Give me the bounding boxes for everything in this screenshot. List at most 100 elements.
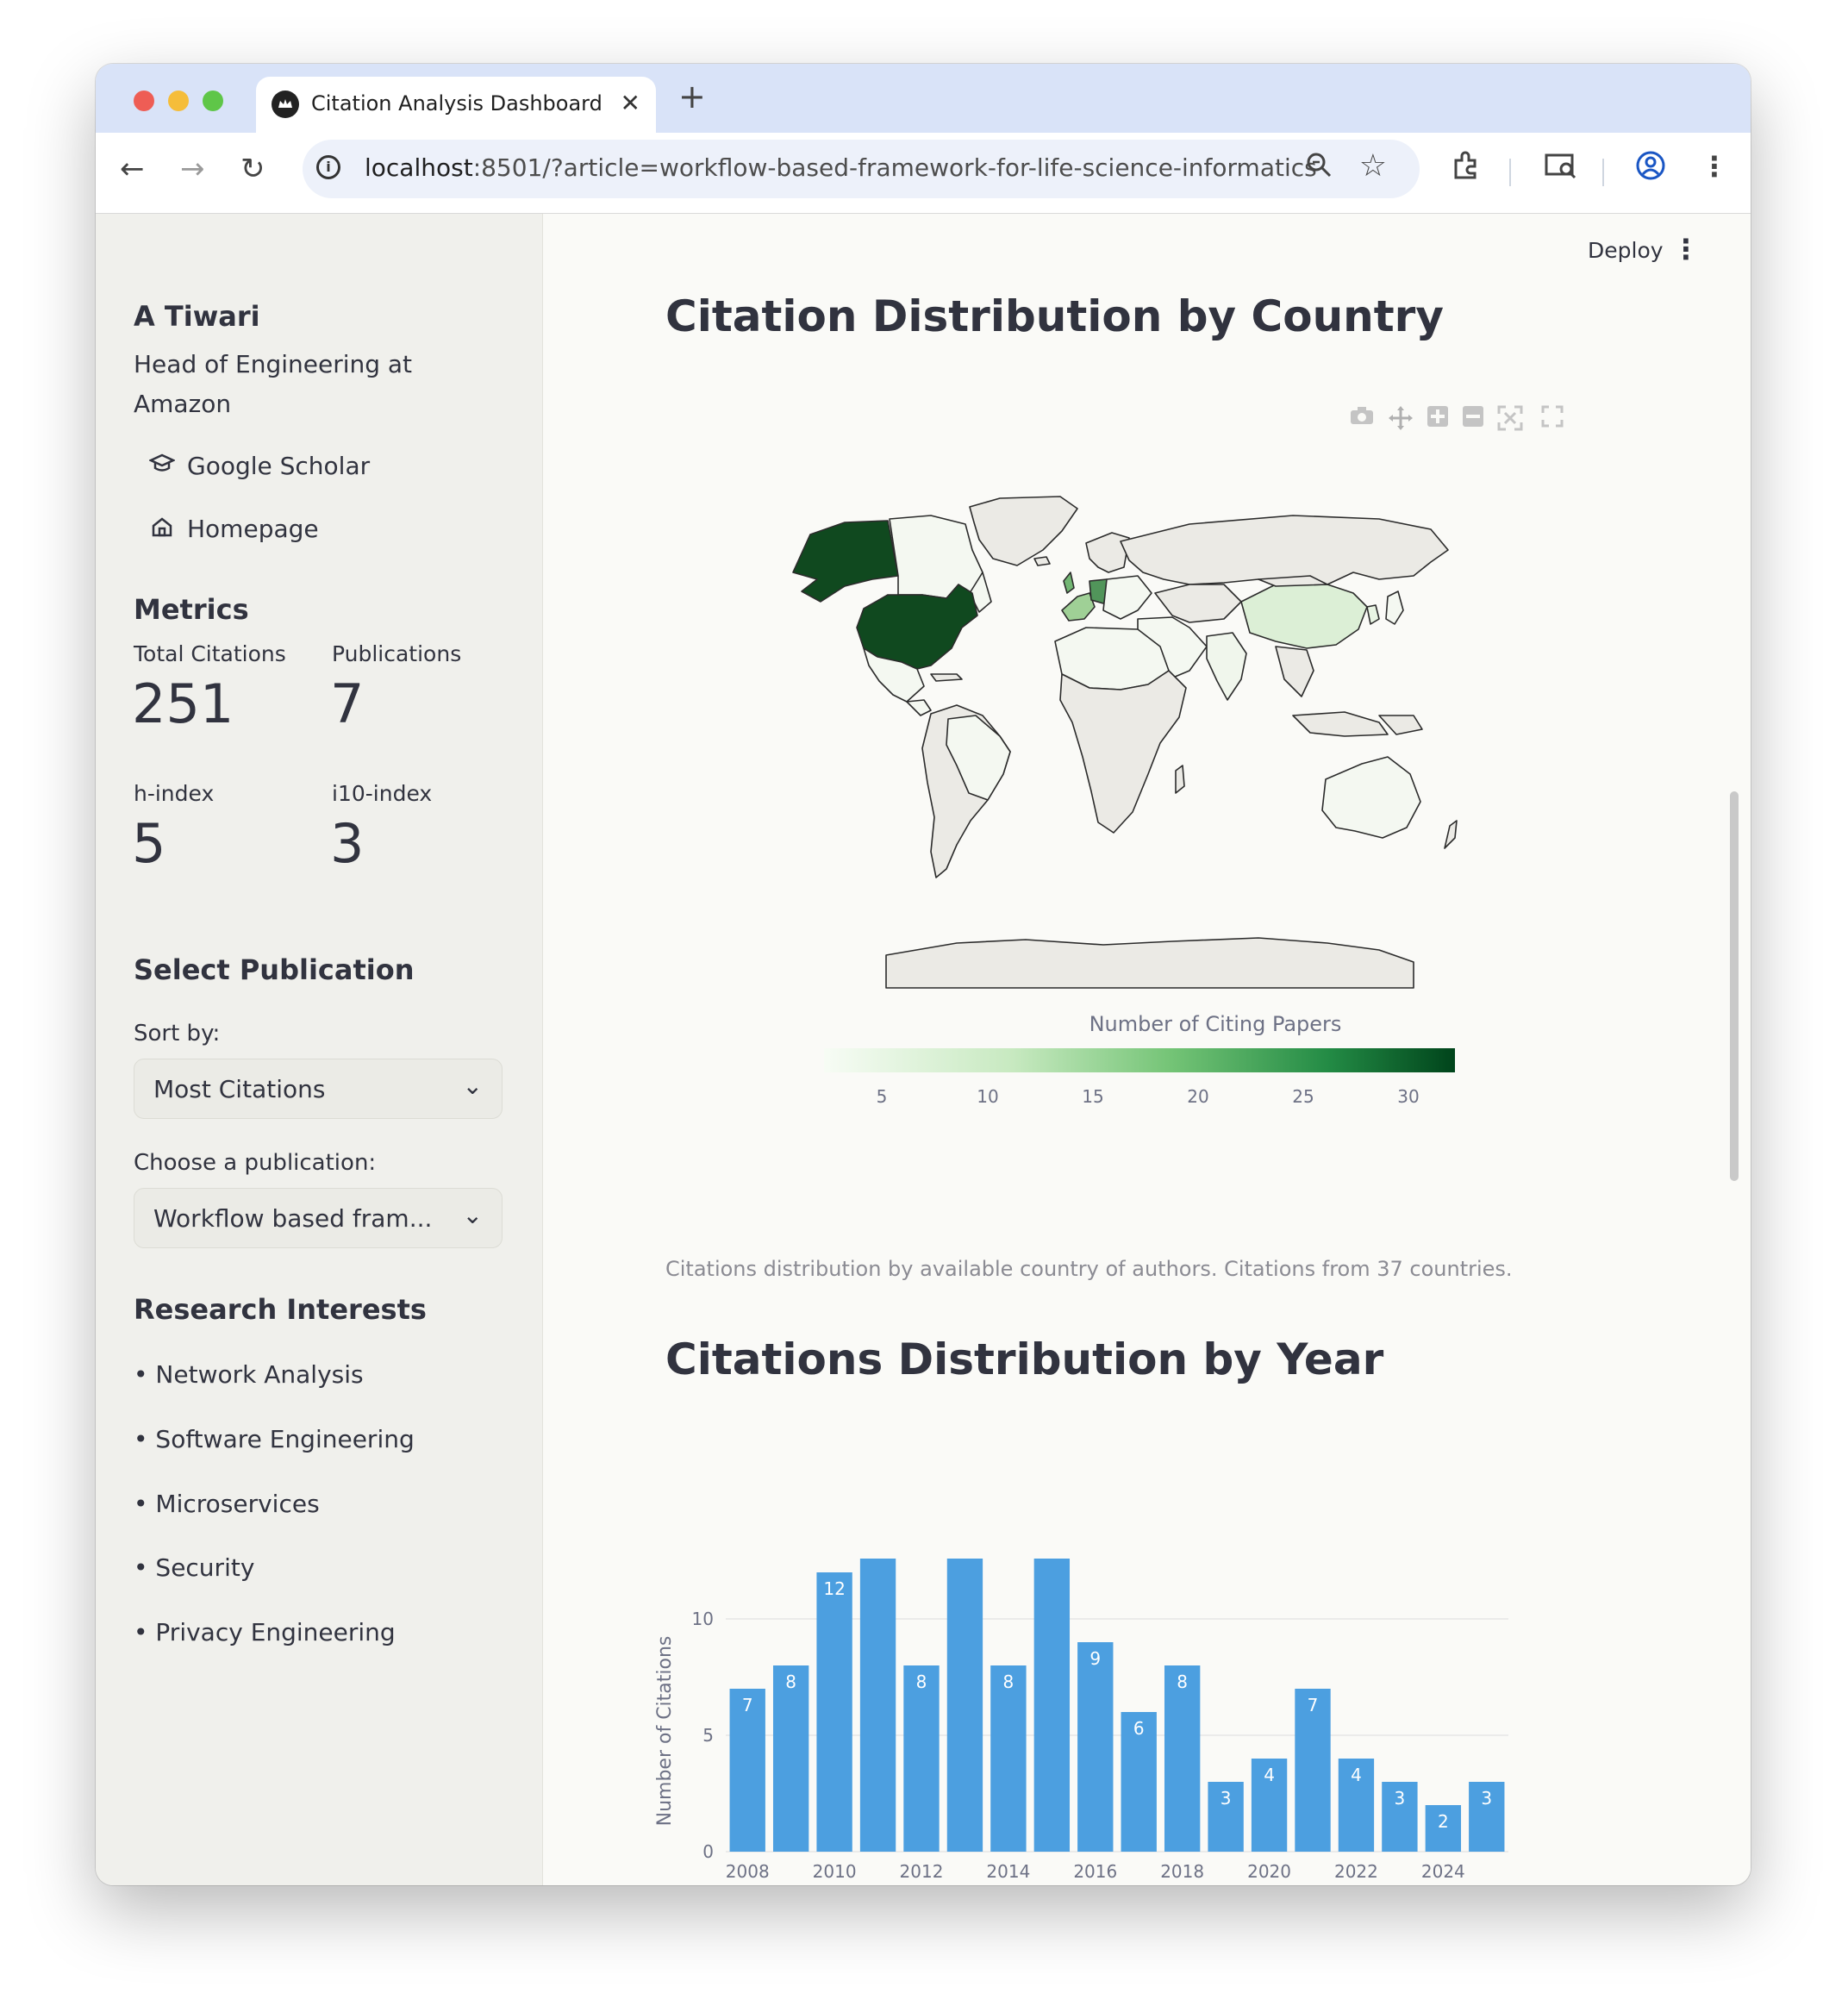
- world-choropleth-map[interactable]: [672, 490, 1646, 1007]
- reset-view-icon[interactable]: [1541, 405, 1564, 433]
- autoscale-icon[interactable]: [1497, 405, 1523, 436]
- x-tick-label: 2008: [726, 1861, 770, 1882]
- site-info-icon[interactable]: i: [316, 155, 340, 179]
- maximize-window-button[interactable]: [203, 91, 223, 111]
- home-icon: [147, 516, 177, 543]
- author-affiliation-line2: Amazon: [134, 390, 232, 418]
- year-section-title: Citations Distribution by Year: [665, 1334, 1384, 1384]
- back-arrow-icon[interactable]: ←: [120, 152, 145, 186]
- browser-tab[interactable]: Citation Analysis Dashboard ✕: [256, 77, 656, 133]
- zoom-magnifier-icon[interactable]: [1304, 150, 1333, 187]
- tab-close-icon[interactable]: ✕: [621, 89, 640, 117]
- bar-value-label: 4: [1264, 1765, 1275, 1785]
- bar-value-label: 4: [1351, 1765, 1362, 1785]
- author-name: A Tiwari: [134, 300, 260, 333]
- chevron-down-icon: ⌄: [462, 1201, 483, 1229]
- map-section-title: Citation Distribution by Country: [665, 291, 1444, 341]
- colorbar-tick: 25: [1292, 1086, 1314, 1107]
- map-country-china: [1240, 584, 1368, 649]
- sort-by-label: Sort by:: [134, 1021, 221, 1047]
- browser-menu-icon[interactable]: ⋮: [1701, 150, 1728, 183]
- app-menu-icon[interactable]: ⋮: [1672, 233, 1700, 266]
- bar-value-label: 12: [823, 1578, 845, 1599]
- select-publication-heading: Select Publication: [134, 953, 415, 986]
- map-country-india: [1206, 632, 1247, 701]
- map-country-scandinavia: [1085, 532, 1130, 573]
- metric-value-i10-index: 3: [330, 812, 365, 875]
- bar-value-label: 8: [1003, 1671, 1015, 1692]
- x-tick-label: 2016: [1073, 1861, 1117, 1882]
- y-axis-label: Number of Citations: [655, 1636, 676, 1827]
- bar-2015[interactable]: [1033, 1559, 1071, 1852]
- reload-icon[interactable]: ↻: [240, 152, 265, 186]
- pan-move-icon[interactable]: [1388, 405, 1414, 436]
- tab-title: Citation Analysis Dashboard: [311, 91, 602, 116]
- url-text[interactable]: localhost:8501/?article=workflow-based-f…: [365, 153, 1317, 182]
- y-tick-label: 0: [702, 1841, 714, 1862]
- metric-label-h-index: h-index: [134, 781, 215, 806]
- colorbar: [824, 1048, 1455, 1072]
- bar-value-label: 7: [1308, 1695, 1319, 1715]
- map-country-alaska: [792, 520, 899, 603]
- url-path: :8501/?article=workflow-based-framework-…: [472, 153, 1317, 182]
- publication-value: Workflow based fram...: [153, 1204, 433, 1233]
- google-scholar-link[interactable]: Google Scholar: [147, 452, 370, 480]
- bar-2009[interactable]: [772, 1665, 809, 1852]
- forward-arrow-icon[interactable]: →: [180, 152, 205, 186]
- zoom-in-icon[interactable]: [1427, 405, 1449, 433]
- scrollbar-thumb[interactable]: [1730, 791, 1739, 1181]
- bar-2011[interactable]: [859, 1559, 896, 1852]
- bar-2016[interactable]: [1077, 1642, 1114, 1852]
- map-country-caribbean: [930, 673, 963, 682]
- research-interests-heading: Research Interests: [134, 1293, 427, 1326]
- bar-value-label: 3: [1395, 1788, 1406, 1809]
- address-bar[interactable]: i localhost:8501/?article=workflow-based…: [303, 140, 1420, 198]
- bar-2010[interactable]: [816, 1572, 852, 1852]
- sidebar: A Tiwari Head of Engineering at Amazon G…: [96, 214, 543, 1885]
- browser-toolbar: ← → ↻ i localhost:8501/?article=workflow…: [96, 133, 1751, 214]
- x-tick-label: 2018: [1160, 1861, 1204, 1882]
- colorbar-tick: 15: [1082, 1086, 1104, 1107]
- homepage-link[interactable]: Homepage: [147, 515, 319, 543]
- bar-2012[interactable]: [903, 1665, 940, 1852]
- map-country-canada: [889, 515, 983, 599]
- citations-by-year-chart[interactable]: 7812148148149683474323 0510 200820102012…: [655, 1559, 1517, 1885]
- close-window-button[interactable]: [134, 91, 154, 111]
- map-country-australia: [1321, 756, 1421, 839]
- bar-2013[interactable]: [946, 1559, 983, 1852]
- metric-value-publications: 7: [330, 672, 365, 735]
- x-tick-label: 2012: [900, 1861, 944, 1882]
- map-country-iceland: [1033, 556, 1051, 566]
- map-country-africa: [1059, 670, 1187, 834]
- zoom-out-icon[interactable]: [1462, 405, 1484, 433]
- profile-avatar-icon[interactable]: [1635, 150, 1666, 188]
- graduation-cap-icon: [147, 453, 177, 480]
- metric-label-publications: Publications: [332, 641, 462, 666]
- google-scholar-label: Google Scholar: [187, 452, 371, 480]
- map-country-europe-west: [1061, 592, 1096, 622]
- bar-value-label: 6: [1133, 1718, 1145, 1739]
- tab-search-icon[interactable]: [1544, 150, 1578, 188]
- toolbar-separator: [1509, 159, 1511, 186]
- url-host: localhost: [365, 153, 473, 182]
- bar-2018[interactable]: [1164, 1665, 1201, 1852]
- map-country-indonesia: [1292, 711, 1389, 737]
- minimize-window-button[interactable]: [168, 91, 189, 111]
- colorbar-title: Number of Citing Papers: [1089, 1012, 1342, 1036]
- streamlit-favicon-icon: [272, 91, 299, 118]
- deploy-button[interactable]: Deploy: [1588, 238, 1664, 263]
- colorbar-tick: 5: [876, 1086, 888, 1107]
- bookmark-star-icon[interactable]: ☆: [1359, 148, 1387, 184]
- extensions-puzzle-icon[interactable]: [1451, 150, 1482, 188]
- camera-icon[interactable]: [1349, 405, 1375, 431]
- browser-window: Citation Analysis Dashboard ✕ + ← → ↻ i …: [96, 64, 1751, 1885]
- publication-select[interactable]: Workflow based fram... ⌄: [134, 1188, 503, 1248]
- new-tab-button[interactable]: +: [678, 78, 706, 116]
- bar-2014[interactable]: [990, 1665, 1027, 1852]
- interest-item: • Privacy Engineering: [134, 1618, 396, 1646]
- sort-by-select[interactable]: Most Citations ⌄: [134, 1059, 503, 1119]
- map-country-new-zealand: [1444, 820, 1458, 849]
- map-country-central-asia: [1154, 584, 1242, 623]
- x-tick-label: 2022: [1334, 1861, 1378, 1882]
- metrics-heading: Metrics: [134, 593, 249, 626]
